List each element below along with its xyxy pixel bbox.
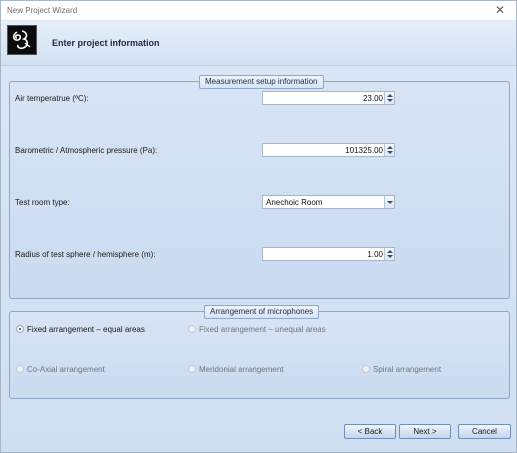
page-title: Enter project information (52, 38, 160, 48)
measurement-group: Measurement setup information Air temper… (9, 75, 510, 299)
radius-label: Radius of test sphere / hemisphere (m): (15, 250, 156, 259)
window-title: New Project Wizard (7, 6, 78, 15)
spinner-arrows-icon[interactable] (384, 92, 394, 104)
cancel-button[interactable]: Cancel (458, 424, 511, 439)
air-temp-label: Air temperatrue (ºC): (15, 94, 89, 103)
room-type-value: Anechoic Room (266, 198, 323, 207)
pressure-label: Barometric / Atmospheric pressure (Pa): (15, 146, 158, 155)
arrangement-legend: Arrangement of microphones (204, 305, 320, 319)
spinner-arrows-icon[interactable] (384, 248, 394, 260)
radio-unchecked-icon (188, 325, 196, 333)
title-bar: New Project Wizard ✕ (1, 1, 516, 21)
pressure-spinner[interactable]: 101325.00 (262, 143, 395, 157)
measurement-legend: Measurement setup information (199, 75, 324, 89)
chevron-down-icon[interactable] (384, 196, 394, 208)
wizard-header: Enter project information (1, 21, 516, 66)
radio-unchecked-icon (16, 365, 24, 373)
wizard-window: New Project Wizard ✕ Enter project infor… (0, 0, 517, 453)
air-temp-value: 23.00 (362, 94, 383, 103)
arrangement-group: Arrangement of microphones Fixed arrange… (9, 305, 510, 399)
radio-unchecked-icon (362, 365, 370, 373)
pressure-value: 101325.00 (345, 146, 383, 155)
room-type-label: Test room type: (15, 198, 70, 207)
radio-checked-icon (16, 325, 24, 333)
radius-value: 1.00 (367, 250, 383, 259)
next-button[interactable]: Next > (399, 424, 451, 439)
air-temp-spinner[interactable]: 23.00 (262, 91, 395, 105)
app-logo-icon (7, 25, 37, 55)
spinner-arrows-icon[interactable] (384, 144, 394, 156)
back-button[interactable]: < Back (344, 424, 396, 439)
room-type-select[interactable]: Anechoic Room (262, 195, 395, 209)
close-icon[interactable]: ✕ (493, 3, 507, 17)
radio-unchecked-icon (188, 365, 196, 373)
radius-spinner[interactable]: 1.00 (262, 247, 395, 261)
